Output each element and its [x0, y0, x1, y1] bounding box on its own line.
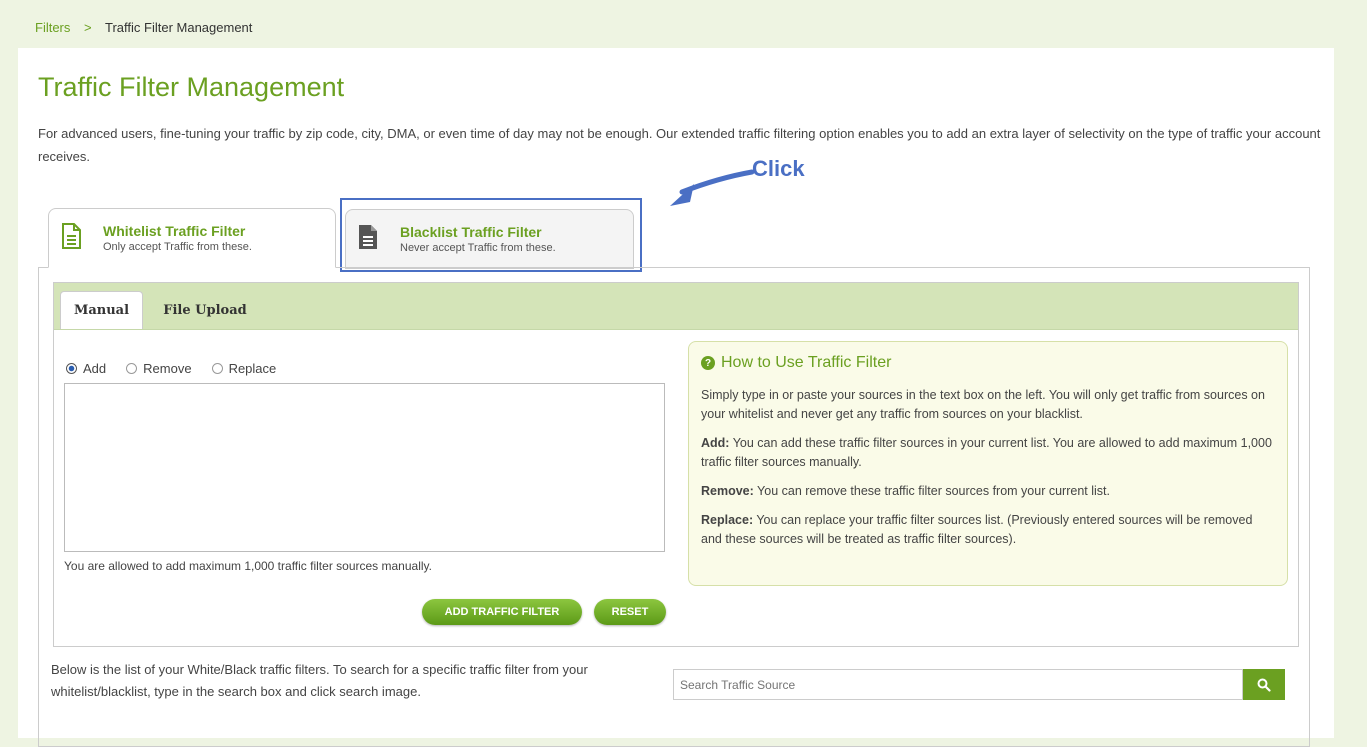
- blacklist-filter-tab[interactable]: Blacklist Traffic Filter Never accept Tr…: [345, 209, 634, 269]
- howto-help-box: ? How to Use Traffic Filter Simply type …: [688, 341, 1288, 586]
- traffic-sources-textarea[interactable]: [64, 383, 665, 552]
- tab-manual[interactable]: Manual: [60, 291, 143, 329]
- breadcrumb-separator: >: [84, 20, 92, 35]
- howto-title: ? How to Use Traffic Filter: [701, 354, 1275, 372]
- howto-remove-text: You can remove these traffic filter sour…: [757, 484, 1110, 498]
- filter-tab-content: Manual File Upload Add Remove Replace Yo…: [38, 267, 1310, 747]
- howto-add-text: You can add these traffic filter sources…: [701, 436, 1272, 469]
- howto-replace-text: You can replace your traffic filter sour…: [701, 513, 1253, 546]
- howto-add-label: Add:: [701, 436, 730, 450]
- radio-replace[interactable]: Replace: [211, 361, 277, 376]
- add-traffic-filter-button[interactable]: ADD TRAFFIC FILTER: [422, 599, 582, 625]
- radio-remove[interactable]: Remove: [126, 361, 192, 376]
- click-annotation-label: Click: [752, 156, 805, 181]
- radio-replace-dot[interactable]: [211, 363, 223, 374]
- reset-button[interactable]: RESET: [594, 599, 666, 625]
- inner-tab-bar: Manual File Upload: [54, 283, 1298, 330]
- radio-add[interactable]: Add: [66, 361, 106, 376]
- howto-intro: Simply type in or paste your sources in …: [701, 388, 1265, 421]
- traffic-source-search: [673, 669, 1285, 702]
- radio-add-dot[interactable]: [66, 363, 77, 374]
- filter-list-description: Below is the list of your White/Black tr…: [51, 662, 588, 699]
- whitelist-tab-title: Whitelist Traffic Filter: [103, 223, 246, 239]
- blacklist-tab-title: Blacklist Traffic Filter: [400, 224, 542, 240]
- main-panel: Traffic Filter Management For advanced u…: [18, 48, 1334, 747]
- annotation-arrow-icon: [670, 169, 755, 206]
- search-input[interactable]: [673, 669, 1243, 700]
- radio-remove-dot[interactable]: [126, 363, 138, 374]
- whitelist-filter-tab[interactable]: Whitelist Traffic Filter Only accept Tra…: [48, 208, 336, 268]
- radio-replace-label: Replace: [228, 361, 277, 376]
- howto-remove: Remove: You can remove these traffic fil…: [701, 482, 1275, 501]
- manual-entry-panel: Manual File Upload Add Remove Replace Yo…: [53, 282, 1299, 647]
- question-circle-icon: ?: [701, 356, 715, 370]
- howto-add: Add: You can add these traffic filter so…: [701, 434, 1275, 472]
- sources-limit-note: You are allowed to add maximum 1,000 tra…: [64, 559, 432, 573]
- blacklist-tab-subtitle: Never accept Traffic from these.: [400, 242, 556, 254]
- howto-remove-label: Remove:: [701, 484, 754, 498]
- howto-replace-label: Replace:: [701, 513, 754, 527]
- radio-remove-label: Remove: [143, 361, 192, 376]
- search-icon: [1257, 678, 1271, 692]
- document-filled-icon: [358, 224, 384, 254]
- howto-title-text: How to Use Traffic Filter: [721, 354, 892, 371]
- search-button[interactable]: [1243, 669, 1285, 700]
- tab-file-upload[interactable]: File Upload: [150, 291, 260, 329]
- breadcrumb-current: Traffic Filter Management: [105, 20, 253, 35]
- howto-replace: Replace: You can replace your traffic fi…: [701, 511, 1275, 549]
- document-outline-icon: [61, 223, 87, 253]
- page-title: Traffic Filter Management: [38, 72, 345, 102]
- whitelist-tab-subtitle: Only accept Traffic from these.: [103, 241, 252, 253]
- mode-radio-group: Add Remove Replace: [66, 361, 296, 376]
- radio-add-label: Add: [83, 361, 107, 376]
- breadcrumb-filters-link[interactable]: Filters: [35, 20, 70, 35]
- breadcrumb: Filters > Traffic Filter Management: [35, 20, 252, 35]
